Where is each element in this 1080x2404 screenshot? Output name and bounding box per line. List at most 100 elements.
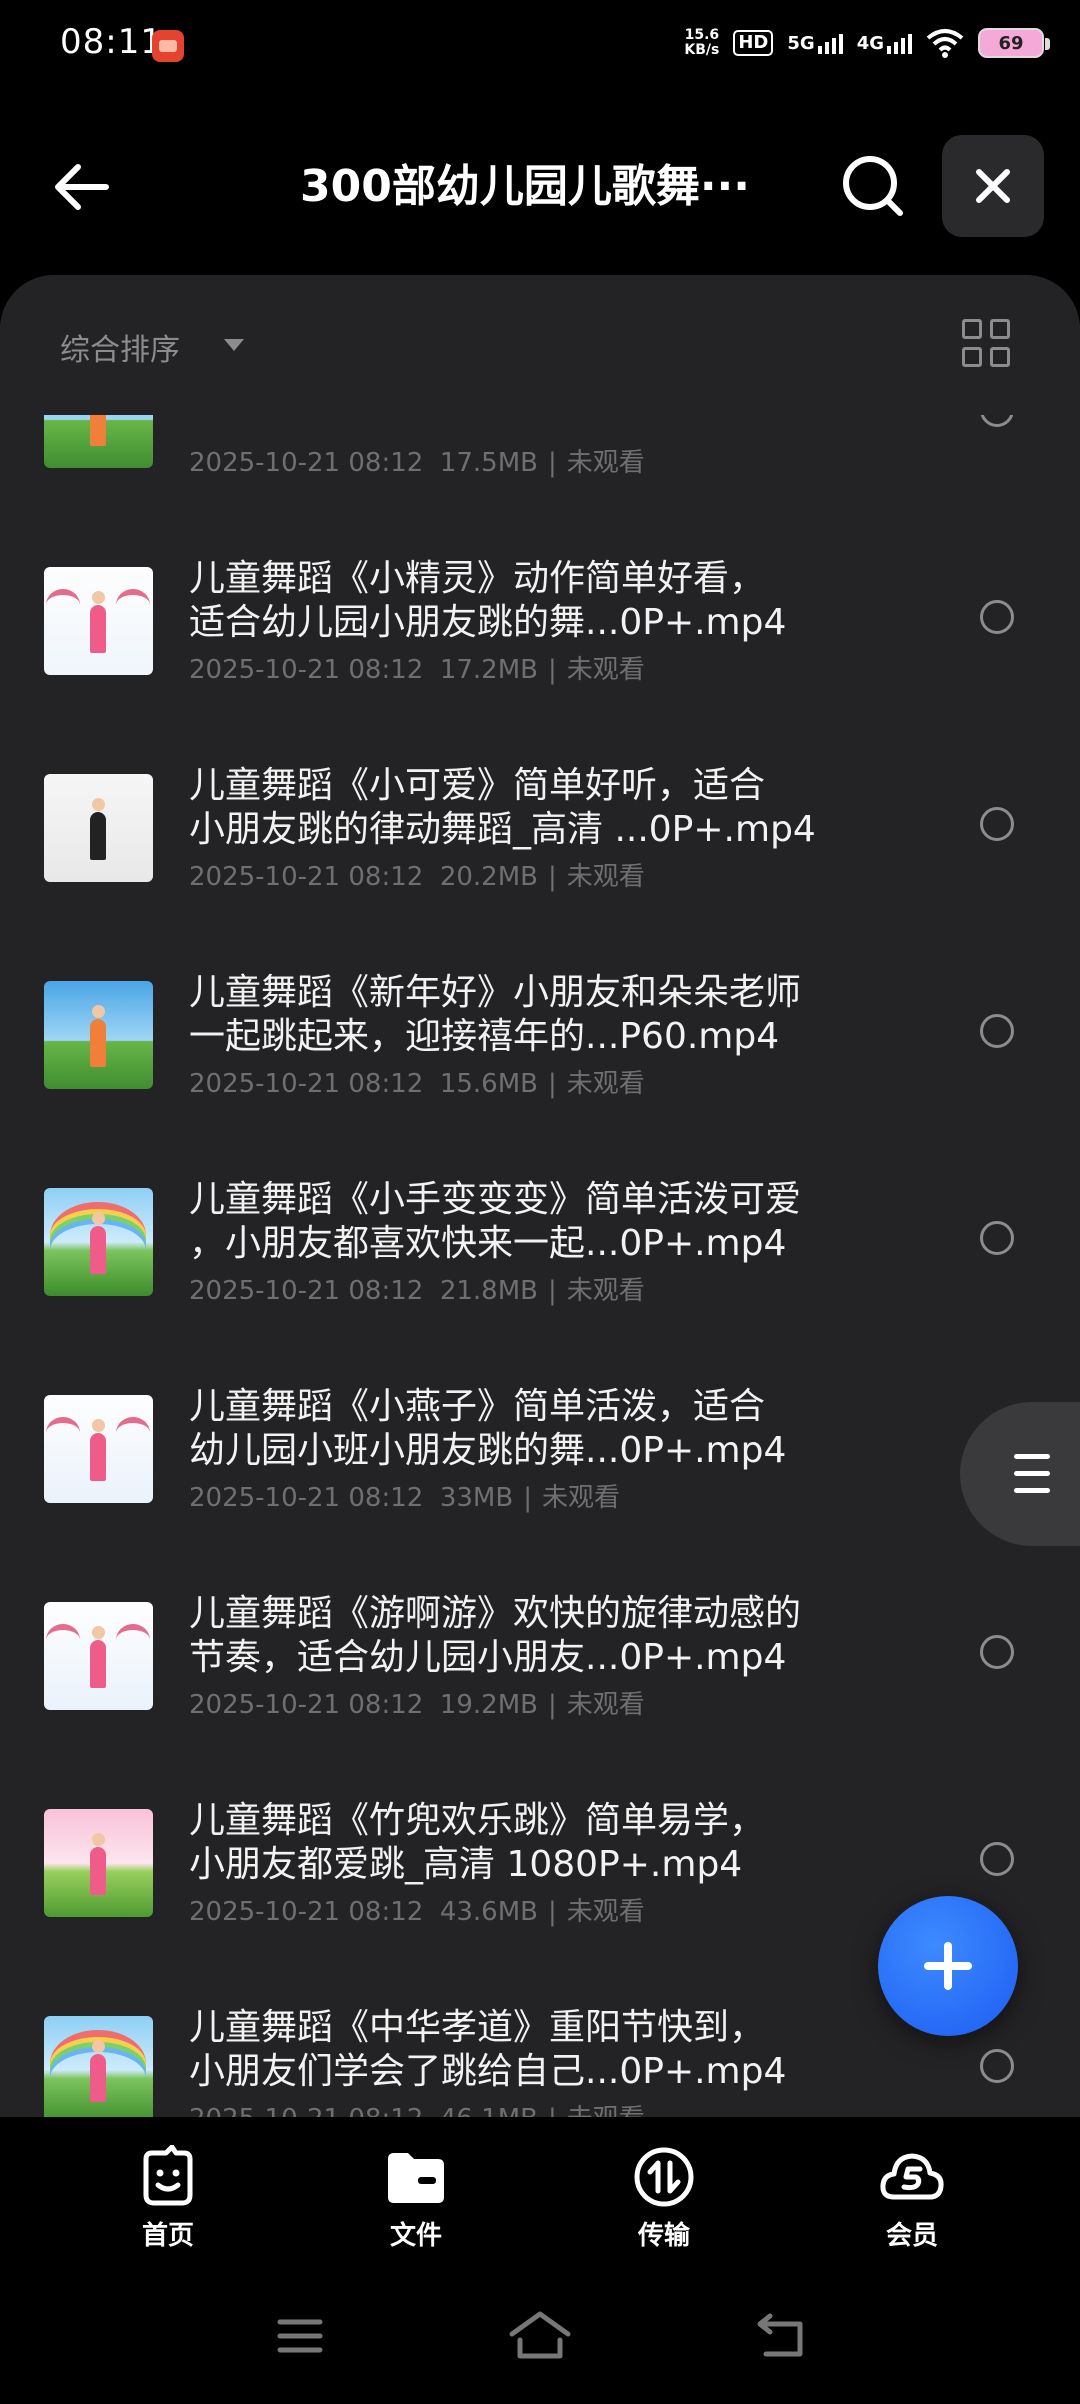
network-speed-value: 15.6: [684, 27, 720, 43]
app-notification-icon: [152, 30, 184, 62]
sort-dropdown[interactable]: 综合排序: [60, 325, 180, 369]
file-name-line1: 儿童舞蹈《游啊游》欢快的旋律动感的: [189, 1593, 802, 1634]
status-icons: 15.6 KB/s HD 5G 4G 69: [684, 28, 1050, 58]
grid-view-icon[interactable]: [962, 319, 1010, 367]
file-row[interactable]: 儿童舞蹈《小可爱》简单好听，适合 小朋友跳的律动舞蹈_高清 ...0P+.mp4 2…: [0, 764, 1080, 971]
sort-bar: 综合排序: [0, 275, 1080, 415]
back-arrow-icon[interactable]: [48, 155, 112, 219]
network-speed: 15.6 KB/s: [684, 28, 719, 58]
search-icon[interactable]: [838, 151, 908, 221]
file-size: 19.2MB: [439, 1690, 538, 1720]
file-date: 2025-10-21 08:12: [189, 1483, 424, 1513]
nav-home-label: 首页: [141, 2221, 194, 2251]
watch-status: 未观看: [566, 655, 645, 685]
file-meta: 2025-10-21 08:12 17.5MB | 未观看: [189, 442, 645, 479]
file-row[interactable]: 儿童舞蹈《小手变变变》简单活泼可爱 ，小朋友都喜欢快来一起...0P+.mp4 20…: [0, 1178, 1080, 1385]
video-thumbnail: [44, 1809, 153, 1917]
wifi-icon: [926, 29, 964, 58]
nav-transfer-label: 传输: [637, 2221, 690, 2251]
watch-status: 未观看: [566, 1690, 645, 1720]
file-size: 17.5MB: [439, 448, 538, 478]
file-size: 43.6MB: [439, 1897, 538, 1927]
watch-status: 未观看: [566, 448, 645, 478]
file-row[interactable]: 儿童舞蹈《小精灵》动作简单好看， 适合幼儿园小朋友跳的舞...0P+.mp4 202…: [0, 557, 1080, 764]
file-name-line2: 小朋友们学会了跳给自己...0P+.mp4: [189, 2051, 787, 2092]
nav-files-label: 文件: [389, 2221, 442, 2251]
file-date: 2025-10-21 08:12: [189, 448, 424, 478]
nav-vip-label: 会员: [885, 2221, 938, 2251]
file-meta: 2025-10-21 08:12 33MB | 未观看: [189, 1477, 620, 1514]
meta-divider: |: [548, 1897, 557, 1927]
file-name-line2: 适合幼儿园小朋友跳的舞...0P+.mp4: [189, 602, 787, 643]
select-radio[interactable]: [980, 1635, 1014, 1669]
file-meta: 2025-10-21 08:12 17.2MB | 未观看: [189, 649, 645, 686]
meta-divider: |: [548, 448, 557, 478]
select-radio[interactable]: [980, 600, 1014, 634]
watch-status: 未观看: [566, 1276, 645, 1306]
file-name-line1: 儿童舞蹈《小精灵》动作简单好看，: [189, 558, 766, 599]
file-name-line1: 儿童舞蹈《新年好》小朋友和朵朵老师: [189, 972, 802, 1013]
nav-home[interactable]: 首页: [88, 2144, 248, 2252]
home-icon[interactable]: [508, 2310, 572, 2360]
file-date: 2025-10-21 08:12: [189, 1276, 424, 1306]
video-thumbnail: [44, 774, 153, 882]
folder-icon: [388, 2153, 444, 2203]
file-name-line1: 儿童舞蹈《竹兜欢乐跳》简单易学，: [189, 1800, 766, 1841]
video-thumbnail: [44, 567, 153, 675]
file-name-line2: 幼儿园小班小朋友跳的舞...0P+.mp4: [189, 1430, 787, 1471]
signal-5g-label: 5G: [787, 33, 815, 54]
file-date: 2025-10-21 08:12: [189, 2104, 423, 2117]
watch-status: 未观看: [566, 862, 645, 892]
status-bar: 08:11 15.6 KB/s HD 5G 4G 69: [0, 0, 1080, 95]
signal-4g-icon: 4G: [857, 32, 912, 54]
select-radio[interactable]: [980, 807, 1014, 841]
select-radio[interactable]: [980, 1842, 1014, 1876]
close-icon: [976, 169, 1010, 203]
file-size: 33MB: [439, 1483, 514, 1513]
file-name-line2: 节奏，适合幼儿园小朋友...0P+.mp4: [189, 1637, 787, 1678]
meta-divider: |: [548, 1690, 557, 1720]
chevron-down-icon[interactable]: [224, 339, 244, 351]
file-list-panel: 2025-10-21 08:12 17.5MB | 未观看 儿童舞蹈《小精灵》动作简单…: [0, 275, 1080, 2117]
file-row[interactable]: 儿童舞蹈《小燕子》简单活泼，适合 幼儿园小班小朋友跳的舞...0P+.mp4 202…: [0, 1385, 1080, 1592]
file-name-line2: 一起跳起来，迎接禧年的...P60.mp4: [189, 1016, 780, 1057]
select-radio[interactable]: [980, 2049, 1014, 2083]
home-face-icon: [143, 2144, 193, 2206]
file-size: 17.2MB: [439, 655, 538, 685]
nav-vip[interactable]: 会员: [832, 2145, 992, 2252]
file-date: 2025-10-21 08:12: [189, 1690, 424, 1720]
add-fab-button[interactable]: [878, 1896, 1018, 2036]
page-title: 300部幼儿园儿歌舞···: [300, 161, 750, 212]
file-name-line1: 儿童舞蹈《小可爱》简单好听，适合: [189, 765, 766, 806]
file-meta: 2025-10-21 08:12 20.2MB | 未观看: [189, 856, 645, 893]
select-radio[interactable]: [980, 1014, 1014, 1048]
file-date: 2025-10-21 08:12: [189, 655, 424, 685]
nav-files[interactable]: 文件: [336, 2145, 496, 2252]
file-meta: 2025-10-21 08:12 43.6MB | 未观看: [189, 1891, 645, 1928]
video-thumbnail: [44, 1602, 153, 1710]
meta-divider: |: [548, 2104, 557, 2117]
bottom-navigation: 首页 文件 传输 会员: [0, 2117, 1080, 2282]
battery-icon: 69: [978, 28, 1050, 58]
file-row[interactable]: 儿童舞蹈《新年好》小朋友和朵朵老师 一起跳起来，迎接禧年的...P60.mp4 20…: [0, 971, 1080, 1178]
close-button[interactable]: [942, 135, 1044, 237]
nav-transfer[interactable]: 传输: [584, 2145, 744, 2252]
file-size: 46.1MB: [440, 2104, 538, 2117]
system-navigation-bar: [0, 2282, 1080, 2404]
recents-icon[interactable]: [276, 2316, 324, 2356]
back-gesture-icon[interactable]: [754, 2312, 808, 2360]
top-app-bar: 300部幼儿园儿歌舞···: [0, 95, 1080, 275]
meta-divider: |: [523, 1483, 532, 1513]
file-name-line2: 小朋友跳的律动舞蹈_高清 ...0P+.mp4: [189, 809, 816, 850]
file-date: 2025-10-21 08:12: [189, 1069, 424, 1099]
meta-divider: |: [548, 655, 557, 685]
file-date: 2025-10-21 08:12: [189, 1897, 424, 1927]
file-name-line2: ，小朋友都喜欢快来一起...0P+.mp4: [189, 1223, 787, 1264]
network-speed-unit: KB/s: [684, 42, 720, 58]
file-size: 15.6MB: [439, 1069, 538, 1099]
watch-status: 未观看: [541, 1483, 620, 1513]
select-radio[interactable]: [980, 1221, 1014, 1255]
vip-cloud-icon: [880, 2153, 944, 2200]
transfer-icon: [634, 2147, 694, 2207]
file-row[interactable]: 儿童舞蹈《游啊游》欢快的旋律动感的 节奏，适合幼儿园小朋友...0P+.mp4 20…: [0, 1592, 1080, 1799]
